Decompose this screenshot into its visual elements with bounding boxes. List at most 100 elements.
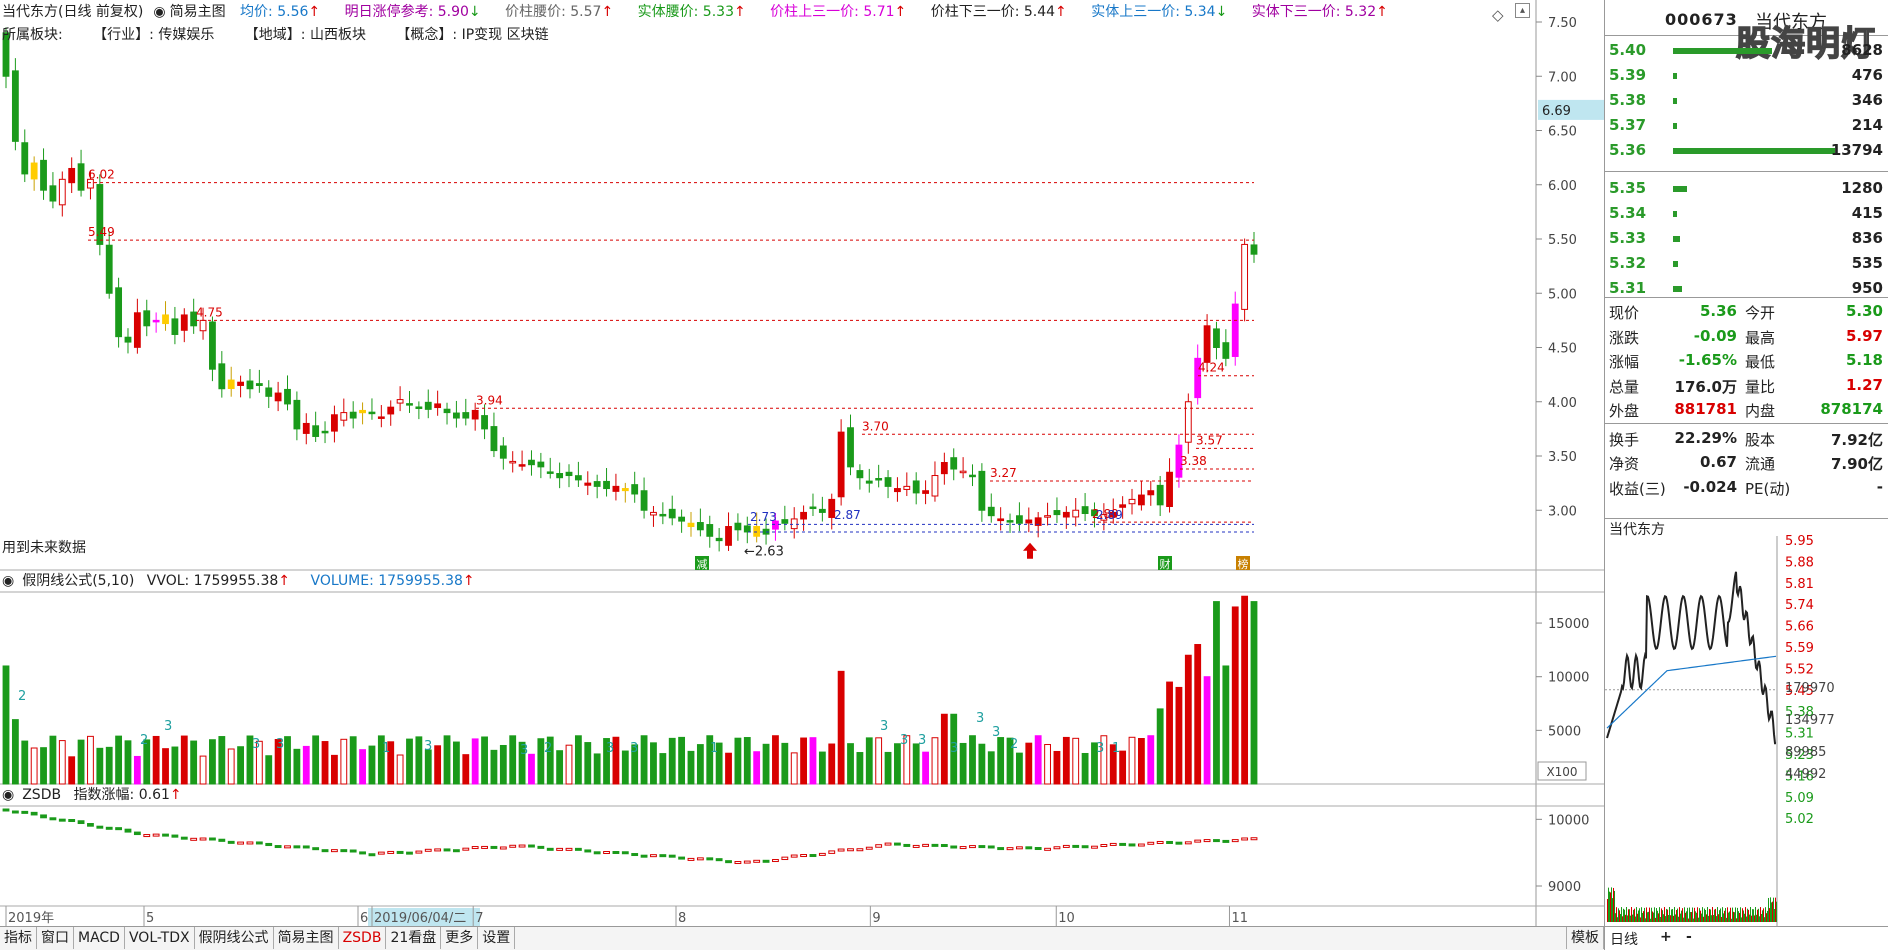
concept-label[interactable]: 【概念】: IP变现 区块链 (396, 27, 548, 43)
index-candle (396, 850, 404, 854)
tab-1[interactable]: 指标 (0, 927, 37, 949)
volume-bar (180, 735, 188, 785)
candle (331, 414, 338, 432)
mini-vol-bar (1769, 908, 1770, 922)
order-row[interactable]: 5.36 13794 (1605, 138, 1888, 162)
tab-9[interactable]: 更多 (441, 927, 479, 949)
region-label[interactable]: 【地域】: 山西板块 (245, 27, 366, 43)
idx-indicator-name[interactable]: ZSDB (22, 787, 61, 803)
mini-vol-bar (1767, 910, 1768, 922)
index-candle (1025, 846, 1033, 850)
order-bar (1673, 186, 1688, 192)
index-candle (650, 854, 657, 858)
add-button[interactable]: + (1660, 929, 1672, 945)
x-axis-label: 2019/06/04/二 (374, 911, 466, 926)
volume-bar (837, 670, 845, 785)
index-candle (528, 844, 535, 848)
order-row[interactable]: 5.35 1280 (1605, 176, 1888, 200)
tab-5[interactable]: 假阴线公式 (195, 927, 274, 949)
candle (152, 319, 160, 323)
index-candle (68, 819, 76, 823)
sector-info: 所属板块: 【行业】: 传媒娱乐 【地域】: 山西板块 【概念】: IP变现 区… (2, 24, 575, 46)
period-label[interactable]: 日线 (1610, 929, 1638, 949)
tab-2[interactable]: 窗口 (37, 927, 74, 949)
book-separator (1605, 297, 1888, 298)
tab-8[interactable]: 21看盘 (386, 927, 442, 949)
candle (218, 363, 226, 390)
mini-vol-bar (1673, 915, 1674, 922)
candle (1222, 342, 1230, 359)
tab-template[interactable]: 模板 (1566, 927, 1604, 949)
index-candle (246, 841, 254, 845)
tab-7[interactable]: ZSDB (339, 927, 387, 949)
index-candle (462, 847, 470, 851)
order-row[interactable]: 5.37 214 (1605, 113, 1888, 137)
order-row[interactable]: 5.32 535 (1605, 251, 1888, 275)
x-axis-label: 9 (872, 911, 880, 926)
price-axis-label: 5.00 (1548, 287, 1577, 302)
collapse-icon[interactable]: ▴ (1515, 3, 1530, 18)
mini-vol-bar (1691, 912, 1692, 922)
index-candle (631, 853, 639, 857)
tab-10[interactable]: 设置 (478, 927, 516, 949)
mini-vol-bar (1690, 912, 1691, 922)
order-row[interactable]: 5.33 836 (1605, 226, 1888, 250)
index-candle (1250, 837, 1258, 841)
candle (499, 445, 507, 459)
index-candle (978, 845, 986, 849)
vol-indicator-name[interactable]: 假阴线公式(5,10) (22, 573, 134, 589)
stat-value: 176.0万 (1674, 377, 1737, 396)
index-candle (434, 848, 442, 852)
mode-toggle-icon[interactable]: ◉ (153, 4, 165, 20)
order-row[interactable]: 5.39 476 (1605, 63, 1888, 87)
mini-vol-bar (1713, 915, 1714, 922)
idx-toggle-icon[interactable]: ◉ (2, 787, 14, 803)
mini-vol-bar (1668, 915, 1669, 922)
volume-bar (1119, 750, 1127, 785)
mini-vol-bar (1645, 918, 1646, 922)
candle (865, 480, 873, 484)
volume-bar (171, 746, 179, 785)
candle (274, 392, 282, 402)
index-candle (1072, 844, 1080, 848)
mini-vol-bar (1763, 908, 1764, 922)
minus-button[interactable]: - (1686, 929, 1692, 945)
index-candle (668, 854, 676, 858)
index-candle (640, 854, 648, 858)
vol-small-label: 3 (950, 741, 958, 756)
index-candle (818, 852, 826, 856)
order-price: 5.37 (1609, 116, 1647, 134)
candle (133, 312, 141, 348)
candle (790, 518, 798, 530)
diamond-icon[interactable]: ◇ (1492, 3, 1504, 27)
stat-label: 涨跌 (1609, 328, 1640, 347)
vol-small-label: 3 (252, 737, 260, 752)
mini-vol-bar (1739, 912, 1740, 922)
tab-4[interactable]: VOL-TDX (125, 927, 195, 949)
candle (406, 403, 413, 406)
tab-3[interactable]: MACD (74, 927, 125, 949)
low-price-label: ←2.63 (744, 544, 784, 559)
intraday-mini-chart[interactable]: 5.955.885.815.745.665.595.525.455.385.31… (1605, 518, 1888, 926)
pillar-down: 价柱下三一价: 5.44↑ (930, 4, 1067, 20)
volume-bar (1175, 686, 1183, 785)
industry-label[interactable]: 【行业】: 传媒娱乐 (93, 27, 214, 43)
order-row[interactable]: 5.34 415 (1605, 201, 1888, 225)
candle (725, 526, 732, 546)
mini-vol-bar (1732, 907, 1733, 922)
mini-vol-bar (1715, 908, 1716, 922)
candle (1166, 471, 1173, 507)
mini-vol-bar (1695, 911, 1696, 922)
order-row[interactable]: 5.40 8628 (1605, 38, 1888, 62)
main-chart-canvas[interactable]: 7.50 7.00 6.50 6.00 5.50 5.00 4.50 4.00 3.50 3.00… (0, 0, 1604, 926)
vol-toggle-icon[interactable]: ◉ (2, 573, 14, 589)
order-price: 5.38 (1609, 91, 1647, 109)
mode-label[interactable]: 简易主图 (170, 4, 226, 20)
tab-6[interactable]: 简易主图 (274, 927, 339, 949)
index-candle (321, 849, 329, 853)
volume-bar (650, 742, 657, 785)
order-volume: 476 (1851, 66, 1883, 84)
order-row[interactable]: 5.38 346 (1605, 88, 1888, 112)
mini-vol-bar (1685, 912, 1686, 922)
index-candle (584, 849, 592, 853)
